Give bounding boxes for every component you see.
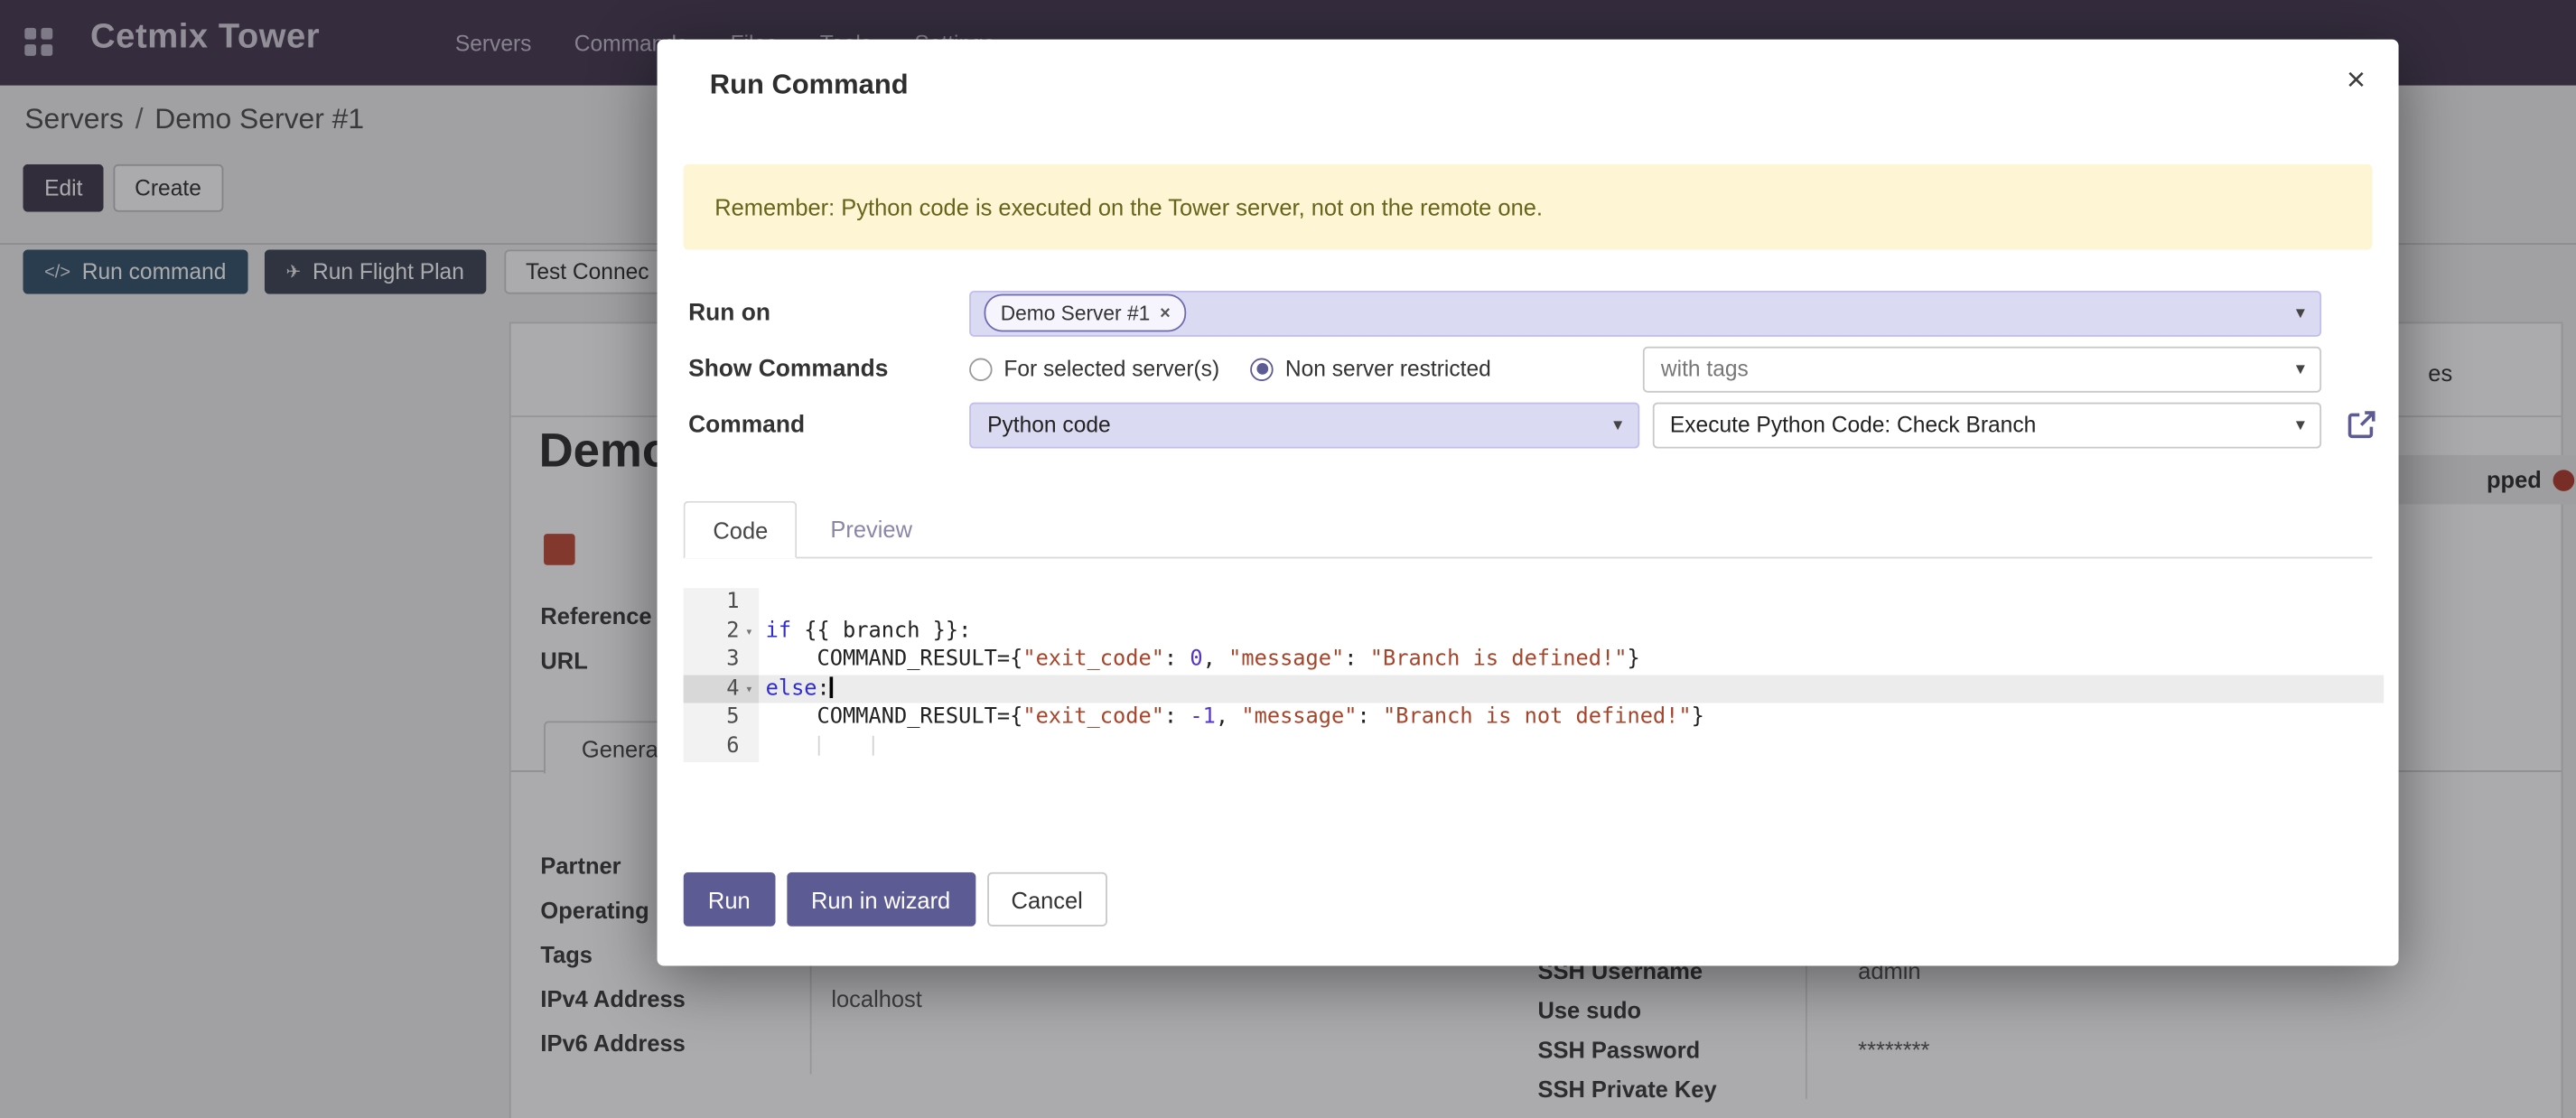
run-on-row: Run on Demo Server #1 × ▾ [688, 289, 2321, 337]
fold-arrow-icon[interactable]: ▾ [739, 624, 759, 638]
tab-preview[interactable]: Preview [802, 501, 939, 557]
code-line[interactable]: if {{ branch }}: [759, 617, 2384, 646]
code-editor[interactable]: 12▾34▾56 if {{ branch }}: COMMAND_RESULT… [684, 588, 2385, 762]
radio-for-selected-servers[interactable]: For selected server(s) [969, 357, 1219, 381]
warning-alert: Remember: Python code is executed on the… [684, 164, 2373, 250]
text-cursor [830, 675, 833, 697]
line-number: 5 [684, 703, 760, 731]
line-number: 4▾ [684, 675, 760, 703]
radio-circle-icon[interactable] [969, 358, 992, 380]
fold-arrow-icon[interactable]: ▾ [739, 681, 759, 695]
close-icon[interactable]: × [2347, 62, 2366, 100]
command-select[interactable]: Execute Python Code: Check Branch ▾ [1652, 402, 2321, 448]
line-number: 2▾ [684, 617, 760, 646]
cancel-button[interactable]: Cancel [986, 872, 1107, 927]
code-line[interactable]: COMMAND_RESULT={"exit_code": -1, "messag… [759, 703, 2384, 731]
warning-alert-text: Remember: Python code is executed on the… [714, 194, 1543, 220]
indent-guide [873, 735, 874, 755]
command-type-select[interactable]: Python code ▾ [969, 402, 1638, 448]
tag-remove-icon[interactable]: × [1160, 303, 1171, 323]
line-number: 6 [684, 731, 760, 760]
modal-tabs: Code Preview [684, 501, 2373, 559]
server-tag-label: Demo Server #1 [1001, 302, 1151, 324]
editor-gutter: 12▾34▾56 [684, 588, 760, 762]
command-type-value: Python code [987, 413, 1111, 437]
with-tags-select[interactable]: with tags ▾ [1643, 346, 2321, 392]
code-line[interactable]: else: [759, 675, 2384, 703]
chevron-down-icon: ▾ [2296, 413, 2305, 434]
command-label: Command [688, 412, 969, 438]
code-line[interactable] [759, 731, 2384, 760]
modal-footer: Run Run in wizard Cancel [684, 872, 1107, 927]
indent-guide [818, 735, 820, 755]
radio-for-selected-servers-label: For selected server(s) [1003, 357, 1219, 381]
run-command-modal: Run Command × Remember: Python code is e… [658, 40, 2399, 966]
tab-code[interactable]: Code [684, 501, 798, 559]
radio-non-server-restricted-label: Non server restricted [1285, 357, 1491, 381]
modal-title: Run Command [710, 69, 909, 101]
show-commands-row: Show Commands For selected server(s) Non… [688, 345, 2321, 393]
line-number: 1 [684, 588, 760, 617]
server-tag: Demo Server #1 × [985, 294, 1188, 332]
run-button[interactable]: Run [684, 872, 775, 927]
chevron-down-icon: ▾ [1613, 413, 1622, 434]
radio-circle-icon[interactable] [1251, 358, 1274, 380]
line-number: 3 [684, 646, 760, 675]
external-link-icon[interactable] [2345, 407, 2379, 442]
command-row: Command Python code ▾ Execute Python Cod… [688, 401, 2321, 449]
code-line[interactable] [759, 588, 2384, 617]
code-line[interactable]: COMMAND_RESULT={"exit_code": 0, "message… [759, 646, 2384, 675]
command-value: Execute Python Code: Check Branch [1670, 413, 2036, 437]
run-on-tags-select[interactable]: Demo Server #1 × ▾ [969, 290, 2321, 336]
screen: Cetmix Tower ServersCommandsFilesToolsSe… [0, 0, 2576, 1118]
show-commands-label: Show Commands [688, 356, 969, 382]
chevron-down-icon: ▾ [2296, 301, 2305, 322]
editor-lines[interactable]: if {{ branch }}: COMMAND_RESULT={"exit_c… [759, 588, 2384, 762]
with-tags-placeholder: with tags [1661, 357, 1749, 381]
run-on-label: Run on [688, 300, 969, 326]
radio-non-server-restricted[interactable]: Non server restricted [1251, 357, 1491, 381]
run-in-wizard-button[interactable]: Run in wizard [787, 872, 975, 927]
chevron-down-icon: ▾ [2296, 357, 2305, 378]
